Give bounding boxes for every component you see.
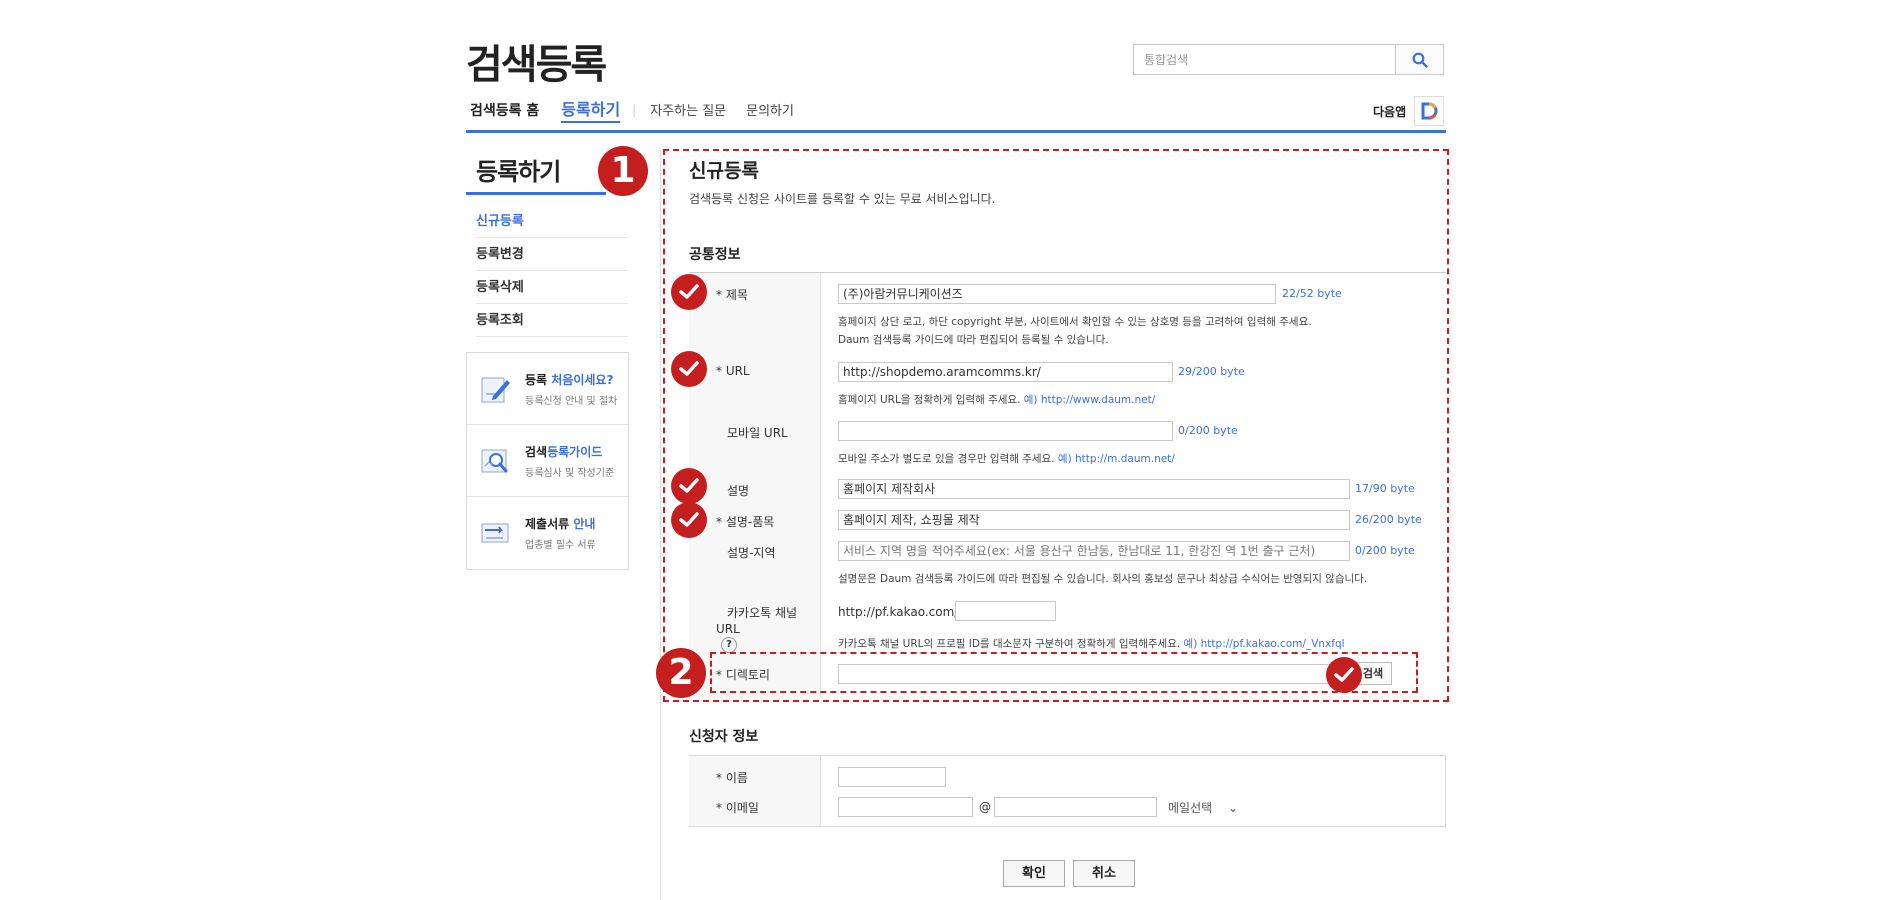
name-label: * 이름 (716, 771, 748, 785)
nav-inquiry[interactable]: 문의하기 (746, 100, 794, 119)
sidebar-item-new[interactable]: 신규등록 (476, 205, 628, 238)
promo-documents-title: 제출서류 (525, 517, 574, 531)
check-icon-description (671, 468, 707, 504)
top-nav-rule (466, 130, 1446, 133)
sidebar-item-lookup[interactable]: 등록조회 (476, 304, 628, 337)
email-select-label: 메일선택 (1168, 801, 1213, 815)
nav-separator: | (632, 102, 637, 117)
top-nav: 검색등록 홈 등록하기 | 자주하는 질문 문의하기 (470, 96, 814, 123)
site-title: 검색등록 (466, 42, 607, 88)
content-divider (660, 148, 661, 900)
sidebar-item-delete[interactable]: 등록삭제 (476, 271, 628, 304)
applicant-info-title: 신청자 정보 (689, 729, 759, 745)
sidebar-menu: 신규등록 등록변경 등록삭제 등록조회 (476, 205, 628, 337)
promo-guide-sub: 등록심사 및 작성기준 (525, 467, 615, 479)
promo-first-time[interactable]: 등록 처음이세요? 등록신청 안내 및 절차 (467, 353, 628, 425)
magnifier-guide-icon (481, 449, 508, 472)
annotation-badge-1: 1 (598, 146, 648, 196)
promo-documents-sub: 업종별 필수 서류 (525, 540, 596, 551)
email-domain-input[interactable] (994, 797, 1157, 817)
promo-first-time-title: 등록 (525, 372, 552, 387)
annotation-badge-2: 2 (656, 648, 706, 698)
name-input[interactable] (838, 767, 946, 787)
promo-documents[interactable]: 제출서류 안내 업종별 필수 서류 (467, 497, 628, 569)
promo-documents-accent: 안내 (573, 517, 596, 531)
email-at-sign: @ (979, 800, 991, 814)
promo-first-time-sub: 등록신청 안내 및 절차 (525, 395, 618, 407)
sidebar-title-rule (466, 192, 606, 195)
nav-register[interactable]: 등록하기 (561, 96, 621, 123)
pencil-icon (481, 377, 510, 402)
search-button[interactable] (1395, 45, 1443, 74)
daum-logo-icon (1414, 96, 1445, 126)
daum-app-link[interactable]: 다음앱 (1373, 96, 1445, 126)
promo-guide[interactable]: 검색등록가이드 등록심사 및 작성기준 (467, 425, 628, 497)
cancel-button[interactable]: 취소 (1073, 860, 1135, 887)
search-input[interactable] (1134, 45, 1395, 74)
email-label: * 이메일 (716, 801, 759, 815)
nav-home[interactable]: 검색등록 홈 (470, 100, 539, 120)
sidebar-promo-box: 등록 처음이세요? 등록신청 안내 및 절차 검색등록가이드 등록심사 및 작성… (466, 352, 629, 570)
check-icon-description-items (671, 502, 707, 538)
check-icon-title (671, 274, 707, 310)
promo-guide-accent: 등록가이드 (547, 444, 603, 459)
annotation-box-2 (710, 652, 1418, 693)
annotation-box-1 (663, 149, 1449, 702)
nav-faq[interactable]: 자주하는 질문 (650, 100, 726, 119)
chevron-down-icon: ⌄ (1228, 801, 1239, 815)
promo-guide-title: 검색 (525, 444, 548, 459)
daum-app-label: 다음앱 (1373, 104, 1407, 119)
search-icon (1412, 52, 1428, 68)
sidebar-title: 등록하기 (476, 158, 561, 186)
check-icon-url (671, 351, 707, 387)
sidebar-item-change[interactable]: 등록변경 (476, 238, 628, 271)
search-box (1133, 44, 1444, 75)
promo-first-time-accent: 처음이세요? (551, 372, 614, 387)
email-domain-select[interactable]: 메일선택 ⌄ (1168, 799, 1238, 816)
check-icon-directory (1326, 657, 1362, 693)
confirm-button[interactable]: 확인 (1003, 860, 1065, 887)
email-id-input[interactable] (838, 797, 973, 817)
document-submit-icon (481, 523, 509, 543)
